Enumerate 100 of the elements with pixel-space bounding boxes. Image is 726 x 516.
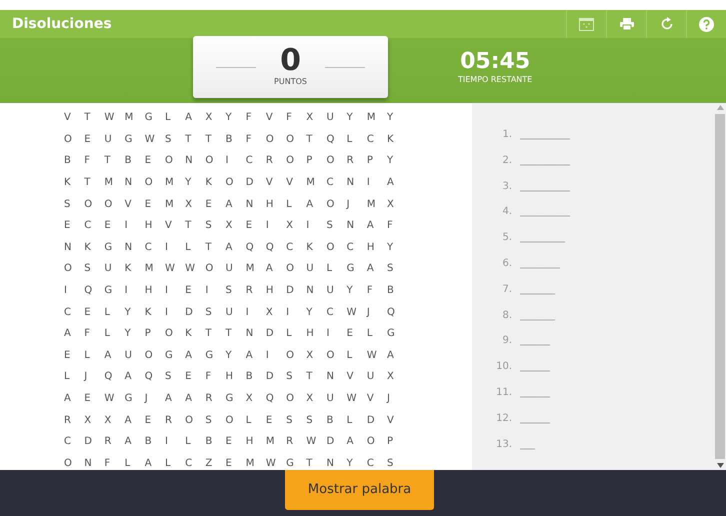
grid-letter[interactable]: J: [346, 198, 350, 210]
grid-letter[interactable]: V: [286, 177, 293, 188]
grid-letter[interactable]: G: [124, 134, 132, 145]
grid-letter[interactable]: A: [124, 371, 132, 382]
grid-letter[interactable]: X: [306, 112, 314, 124]
grid-letter[interactable]: S: [164, 134, 172, 145]
grid-letter[interactable]: C: [366, 458, 374, 469]
grid-letter[interactable]: A: [124, 414, 132, 426]
grid-letter[interactable]: B: [326, 414, 334, 426]
grid-letter[interactable]: E: [64, 220, 70, 232]
grid-letter[interactable]: L: [246, 414, 252, 426]
grid-letter[interactable]: Q: [246, 242, 254, 253]
grid-letter[interactable]: Y: [226, 112, 232, 124]
grid-letter[interactable]: L: [286, 198, 292, 210]
grid-letter[interactable]: P: [366, 155, 373, 166]
grid-letter[interactable]: A: [306, 198, 314, 210]
grid-letter[interactable]: T: [185, 220, 192, 232]
grid-letter[interactable]: R: [286, 436, 294, 448]
grid-letter[interactable]: V: [266, 177, 273, 188]
grid-letter[interactable]: G: [346, 263, 354, 274]
grid-letter[interactable]: A: [64, 393, 71, 404]
grid-letter[interactable]: Y: [387, 112, 394, 124]
grid-letter[interactable]: X: [205, 112, 212, 124]
grid-letter[interactable]: S: [205, 220, 212, 232]
grid-letter[interactable]: T: [306, 371, 312, 382]
grid-letter[interactable]: D: [266, 328, 274, 340]
grid-letter[interactable]: D: [246, 177, 254, 188]
grid-letter[interactable]: I: [124, 285, 128, 296]
grid-letter[interactable]: O: [326, 198, 334, 210]
grid-letter[interactable]: U: [326, 112, 334, 124]
grid-letter[interactable]: X: [104, 414, 112, 426]
grid-letter[interactable]: X: [286, 220, 293, 232]
show-word-button[interactable]: Mostrar palabra: [285, 470, 434, 510]
grid-letter[interactable]: K: [124, 263, 132, 274]
grid-letter[interactable]: S: [286, 371, 292, 382]
grid-letter[interactable]: E: [144, 155, 152, 166]
grid-letter[interactable]: X: [387, 371, 394, 382]
grid-letter[interactable]: R: [64, 414, 71, 426]
grid-letter[interactable]: I: [266, 220, 269, 232]
grid-letter[interactable]: X: [185, 198, 192, 210]
grid-letter[interactable]: O: [205, 155, 214, 166]
grid-letter[interactable]: F: [286, 112, 292, 124]
grid-letter[interactable]: O: [144, 177, 153, 188]
grid-letter[interactable]: F: [84, 155, 90, 166]
grid-letter[interactable]: L: [346, 414, 352, 426]
grid-letter[interactable]: T: [306, 458, 312, 469]
grid-letter[interactable]: G: [387, 328, 395, 340]
grid-letter[interactable]: O: [104, 198, 112, 210]
grid-letter[interactable]: X: [266, 306, 273, 318]
grid-letter[interactable]: M: [104, 177, 114, 188]
grid-letter[interactable]: N: [246, 198, 254, 210]
grid-letter[interactable]: T: [205, 328, 212, 340]
grid-letter[interactable]: J: [387, 393, 390, 404]
grid-letter[interactable]: S: [286, 414, 292, 426]
grid-letter[interactable]: K: [387, 134, 394, 145]
grid-letter[interactable]: K: [306, 242, 313, 253]
grid-letter[interactable]: A: [387, 177, 394, 188]
grid-letter[interactable]: H: [246, 436, 254, 448]
grid-letter[interactable]: W: [346, 393, 357, 404]
grid-letter[interactable]: O: [144, 350, 153, 361]
grid-letter[interactable]: T: [306, 134, 312, 145]
grid-letter[interactable]: U: [226, 263, 233, 274]
grid-letter[interactable]: E: [84, 393, 91, 404]
grid-letter[interactable]: M: [124, 112, 134, 124]
grid-letter[interactable]: N: [326, 371, 334, 382]
grid-letter[interactable]: G: [286, 458, 294, 469]
grid-letter[interactable]: D: [185, 306, 193, 318]
grid-letter[interactable]: E: [346, 328, 353, 340]
grid-letter[interactable]: W: [266, 458, 276, 469]
grid-letter[interactable]: G: [124, 393, 132, 404]
grid-letter[interactable]: N: [64, 242, 72, 253]
grid-letter[interactable]: H: [306, 328, 314, 340]
grid-letter[interactable]: A: [104, 350, 112, 361]
grid-letter[interactable]: T: [226, 328, 232, 340]
grid-letter[interactable]: O: [205, 263, 214, 274]
grid-letter[interactable]: F: [246, 112, 252, 124]
grid-letter[interactable]: F: [387, 220, 393, 232]
grid-letter[interactable]: W: [346, 306, 357, 318]
grid-letter[interactable]: A: [144, 458, 152, 469]
grid-letter[interactable]: F: [366, 285, 373, 296]
grid-letter[interactable]: H: [144, 285, 152, 296]
grid-letter[interactable]: E: [246, 220, 252, 232]
grid-letter[interactable]: Q: [266, 242, 274, 253]
grid-letter[interactable]: K: [64, 177, 71, 188]
grid-letter[interactable]: E: [64, 350, 70, 361]
grid-letter[interactable]: H: [366, 242, 374, 253]
grid-letter[interactable]: I: [164, 285, 168, 296]
grid-letter[interactable]: K: [84, 242, 91, 253]
grid-letter[interactable]: S: [64, 198, 70, 210]
grid-letter[interactable]: A: [64, 328, 71, 340]
grid-letter[interactable]: M: [246, 458, 254, 469]
grid-letter[interactable]: I: [164, 436, 168, 448]
grid-letter[interactable]: N: [185, 155, 193, 166]
grid-letter[interactable]: S: [387, 263, 394, 274]
grid-letter[interactable]: O: [84, 198, 92, 210]
grid-letter[interactable]: K: [185, 328, 192, 340]
grid-letter[interactable]: A: [246, 350, 253, 361]
grid-letter[interactable]: R: [104, 436, 112, 448]
grid-letter[interactable]: A: [226, 242, 232, 253]
grid-letter[interactable]: D: [84, 436, 92, 448]
